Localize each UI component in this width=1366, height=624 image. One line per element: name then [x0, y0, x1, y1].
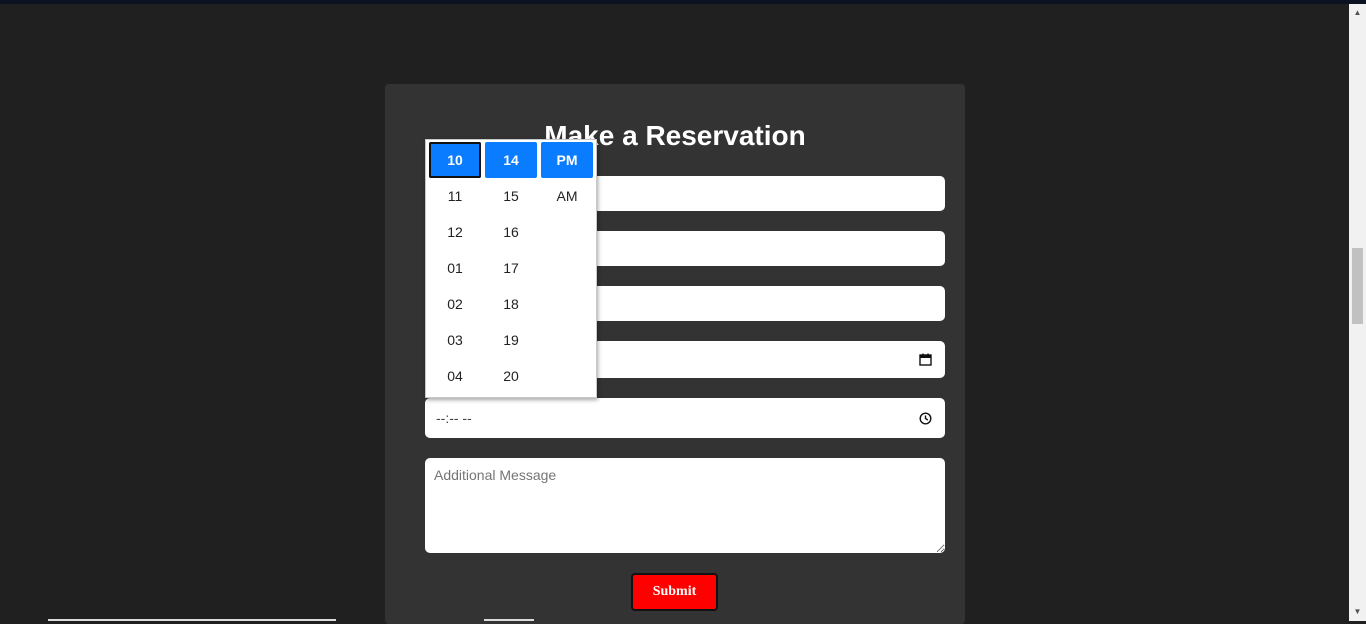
- hour-option[interactable]: 10: [429, 142, 481, 178]
- top-strip: [0, 0, 1366, 4]
- minute-option[interactable]: 16: [485, 214, 537, 250]
- message-field[interactable]: [425, 458, 945, 553]
- period-option[interactable]: AM: [541, 178, 593, 214]
- hour-option[interactable]: 01: [429, 250, 481, 286]
- scroll-down-arrow-icon[interactable]: ▼: [1349, 603, 1366, 620]
- minute-option[interactable]: 18: [485, 286, 537, 322]
- hour-column[interactable]: 10 11 12 01 02 03 04: [429, 142, 481, 394]
- hour-option[interactable]: 12: [429, 214, 481, 250]
- time-field[interactable]: [425, 398, 945, 438]
- time-value: --:-- --: [436, 410, 472, 426]
- minute-column[interactable]: 14 15 16 17 18 19 20: [485, 142, 537, 394]
- minute-option[interactable]: 19: [485, 322, 537, 358]
- clock-icon[interactable]: [919, 412, 932, 427]
- minute-option[interactable]: 17: [485, 250, 537, 286]
- period-option[interactable]: PM: [541, 142, 593, 178]
- calendar-icon[interactable]: [919, 353, 932, 368]
- hour-option[interactable]: 02: [429, 286, 481, 322]
- time-picker-dropdown: 10 11 12 01 02 03 04 14 15 16 17 18 19 2…: [425, 139, 597, 398]
- hour-option[interactable]: 03: [429, 322, 481, 358]
- hour-option[interactable]: 04: [429, 358, 481, 394]
- scrollbar-thumb[interactable]: [1352, 248, 1363, 324]
- period-column[interactable]: PM AM: [541, 142, 593, 214]
- submit-button[interactable]: Submit: [631, 573, 718, 611]
- minute-option[interactable]: 20: [485, 358, 537, 394]
- minute-option[interactable]: 15: [485, 178, 537, 214]
- hour-option[interactable]: 11: [429, 178, 481, 214]
- scroll-up-arrow-icon[interactable]: ▲: [1349, 4, 1366, 21]
- minute-option[interactable]: 14: [485, 142, 537, 178]
